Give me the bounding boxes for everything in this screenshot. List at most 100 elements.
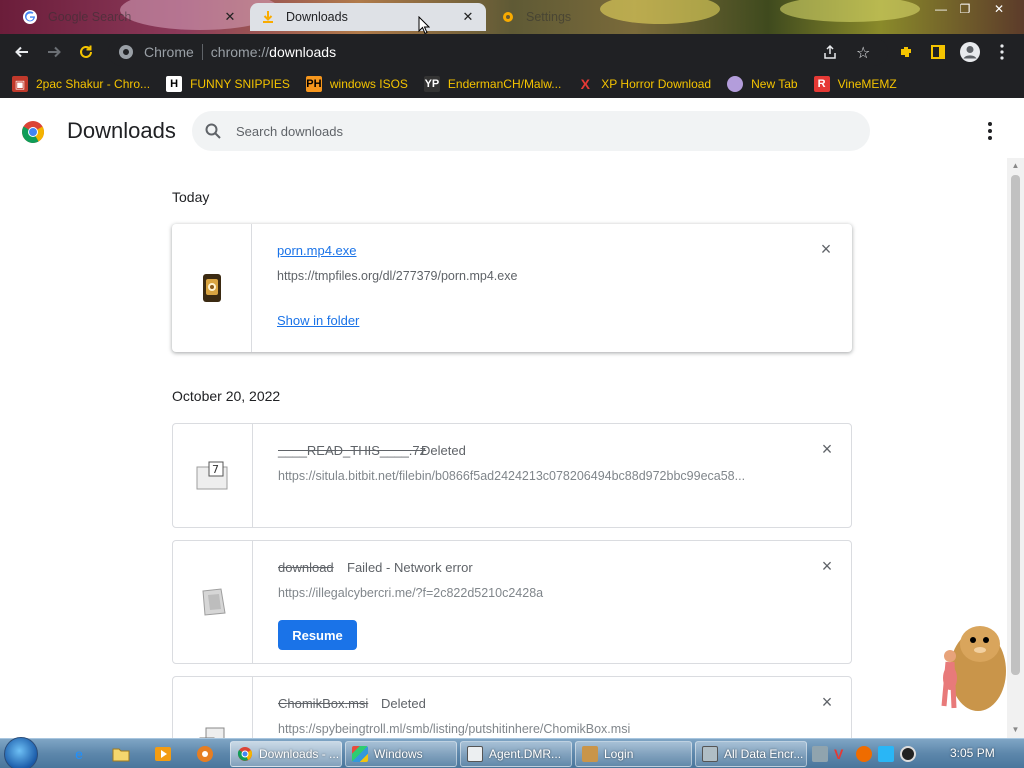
google-icon [23, 10, 37, 24]
maximize-button[interactable]: ❐ [954, 2, 976, 16]
tab-strip: Google Search ✕ Downloads ✕ Settings — ❐… [0, 0, 1024, 34]
extensions-icon[interactable] [890, 36, 922, 68]
taskbar-clock[interactable]: 3:05 PM [950, 746, 995, 760]
back-arrow-icon[interactable] [6, 36, 38, 68]
tab-close-icon[interactable]: ✕ [222, 9, 238, 25]
downloads-icon [263, 11, 273, 23]
file-name-deleted: ____READ_THIS____.7z [278, 443, 427, 458]
resume-button[interactable]: Resume [278, 620, 357, 650]
network-icon[interactable] [812, 746, 828, 762]
minimize-button[interactable]: — [930, 2, 952, 16]
explorer-folder-icon[interactable] [110, 743, 132, 765]
downloads-page: Downloads Today porn.mp4.exe https://tmp… [0, 98, 1024, 738]
windows-icon [352, 746, 368, 762]
file-name-link[interactable]: porn.mp4.exe [277, 243, 357, 258]
tray-app-icon[interactable] [856, 746, 872, 762]
page-scrollbar[interactable]: ▲ ▼ [1007, 158, 1024, 738]
more-actions-icon[interactable] [980, 120, 1000, 142]
scroll-down-arrow-icon[interactable]: ▼ [1011, 725, 1020, 735]
display-icon[interactable] [878, 746, 894, 762]
tab-downloads[interactable]: Downloads ✕ [250, 3, 486, 31]
bookmark-label: 2pac Shakur - Chro... [36, 77, 151, 91]
side-panel-icon[interactable] [922, 36, 954, 68]
bookmark-funny-snippies[interactable]: H FUNNY SNIPPIES [166, 76, 290, 92]
address-bar[interactable]: Chrome chrome://downloads ☆ [108, 38, 888, 66]
bookmark-vinememz[interactable]: R VineMEMZ [813, 76, 897, 92]
scrollbar-thumb[interactable] [1011, 175, 1020, 675]
bookmark-label: New Tab [751, 77, 798, 91]
taskbar-item-login[interactable]: Login [575, 741, 692, 767]
show-in-folder-link[interactable]: Show in folder [277, 313, 359, 328]
url-scheme: chrome:// [210, 44, 270, 60]
chrome-menu-icon[interactable] [986, 36, 1018, 68]
file-url: https://situla.bitbit.net/filebin/b0866f… [278, 469, 746, 483]
x-icon: X [580, 76, 590, 92]
exe-file-icon [202, 274, 221, 302]
close-window-button[interactable]: ✕ [988, 2, 1010, 16]
scroll-up-arrow-icon[interactable]: ▲ [1011, 161, 1020, 171]
2pac-icon: ▣ [12, 76, 28, 92]
share-icon[interactable] [822, 44, 838, 63]
forward-arrow-icon[interactable] [38, 36, 70, 68]
windows-taskbar: e Downloads - ... Windows Agent.DMR... L… [0, 737, 1024, 768]
file-icon-column [173, 677, 253, 738]
bookmark-label: VineMEMZ [837, 77, 897, 91]
status-text: Deleted [421, 443, 466, 458]
bookmarks-bar: ▣ 2pac Shakur - Chro... H FUNNY SNIPPIES… [0, 70, 1024, 98]
generic-file-icon [201, 588, 226, 616]
msi-file-icon [199, 727, 224, 738]
taskbar-item-windows[interactable]: Windows [345, 741, 457, 767]
search-box[interactable] [192, 111, 870, 151]
remove-item-icon[interactable]: × [819, 557, 835, 575]
vine-icon: R [813, 76, 830, 92]
chrome-icon [237, 747, 253, 761]
taskbar-item-all-data[interactable]: All Data Encr... [695, 741, 807, 767]
tab-settings[interactable]: Settings [490, 3, 726, 31]
tab-label: Downloads [286, 10, 348, 24]
lock-icon [702, 746, 718, 762]
bookmark-endermanch[interactable]: YP EndermanCH/Malw... [423, 76, 561, 92]
tab-google-search[interactable]: Google Search ✕ [12, 3, 248, 31]
taskbar-item-agent[interactable]: Agent.DMR... [460, 741, 572, 767]
internet-explorer-icon[interactable]: e [68, 743, 90, 765]
browser-toolbar: Chrome chrome://downloads ☆ [0, 34, 1024, 70]
wallpaper-streak [780, 0, 920, 22]
reload-icon[interactable] [70, 36, 102, 68]
file-name-deleted: ChomikBox.msi [278, 696, 369, 711]
globe-icon [727, 76, 744, 92]
profile-avatar-icon[interactable] [954, 36, 986, 68]
taskbar-item-label: Agent.DMR... [489, 747, 562, 761]
desktop-mascot-icon [941, 626, 1006, 711]
taskbar-item-downloads[interactable]: Downloads - ... [230, 741, 342, 767]
tab-close-icon[interactable]: ✕ [460, 9, 476, 25]
settings-icon [503, 12, 513, 22]
bookmark-star-icon[interactable]: ☆ [856, 43, 870, 63]
antivirus-icon[interactable]: V [834, 746, 850, 762]
volume-icon[interactable] [900, 746, 916, 762]
media-player-icon[interactable] [152, 743, 174, 765]
remove-item-icon[interactable]: × [819, 693, 835, 711]
remove-item-icon[interactable]: × [819, 440, 835, 458]
bookmark-new-tab[interactable]: New Tab [727, 76, 798, 92]
remove-item-icon[interactable]: × [818, 240, 834, 258]
start-button[interactable] [4, 737, 38, 768]
download-item: 7 ____READ_THIS____.7z Deleted https://s… [172, 423, 852, 528]
taskbar-item-label: Windows [374, 747, 423, 761]
date-heading: Today [172, 189, 210, 205]
url-path: downloads [269, 44, 337, 60]
date-heading: October 20, 2022 [172, 388, 281, 404]
bookmark-2pac[interactable]: ▣ 2pac Shakur - Chro... [12, 76, 150, 92]
taskbar-item-label: Downloads - ... [259, 747, 340, 761]
bookmark-xp-horror[interactable]: X XP Horror Download [577, 76, 712, 92]
search-input[interactable] [236, 123, 836, 139]
file-icon-column [172, 224, 252, 352]
login-icon [582, 746, 598, 762]
status-text: Failed - Network error [347, 560, 473, 575]
app-shortcut-icon[interactable] [194, 743, 216, 765]
bookmark-windows-isos[interactable]: PH windows ISOS [305, 76, 408, 92]
chrome-site-icon [119, 45, 133, 59]
h-icon: H [166, 76, 183, 92]
page-title: Downloads [67, 118, 176, 143]
bookmark-label: XP Horror Download [601, 77, 712, 91]
page-header: Downloads [0, 98, 1024, 164]
